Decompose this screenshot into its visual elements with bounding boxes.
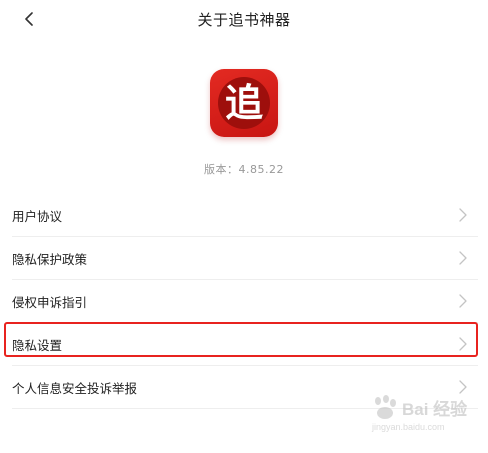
menu-item-privacy-settings[interactable]: 隐私设置 <box>12 323 478 366</box>
menu-item-label: 用户协议 <box>12 208 63 224</box>
chevron-right-icon <box>459 208 467 222</box>
chevron-right-icon <box>459 337 467 351</box>
version-text: 版本：4.85.22 <box>0 161 488 177</box>
menu-item-privacy-policy[interactable]: 隐私保护政策 <box>12 237 478 280</box>
baidu-jingyan-watermark: Bai 经验 jingyan.baidu.com <box>368 395 478 441</box>
version-value: 4.85.22 <box>238 163 284 176</box>
paw-icon <box>375 395 396 419</box>
app-logo: 追 <box>210 69 278 137</box>
menu-item-label: 隐私保护政策 <box>12 251 88 267</box>
top-bar: 关于追书神器 <box>0 0 488 38</box>
menu-item-label: 个人信息安全投诉举报 <box>12 380 138 396</box>
about-menu: 用户协议 隐私保护政策 侵权申诉指引 隐私设置 个人信息安全投诉举报 <box>12 194 478 409</box>
chevron-right-icon <box>459 380 467 394</box>
chevron-right-icon <box>459 251 467 265</box>
about-page: 关于追书神器 追 版本：4.85.22 用户协议 隐私保护政策 侵权申诉指引 隐… <box>0 0 488 453</box>
app-logo-glyph: 追 <box>225 81 263 125</box>
menu-item-label: 隐私设置 <box>12 337 63 353</box>
page-title: 关于追书神器 <box>197 11 291 29</box>
menu-item-user-agreement[interactable]: 用户协议 <box>12 194 478 237</box>
version-label: 版本： <box>204 163 239 176</box>
watermark-url: jingyan.baidu.com <box>372 422 445 432</box>
chevron-right-icon <box>459 294 467 308</box>
app-logo-char: 追 <box>225 81 263 125</box>
watermark-text: Bai 经验 <box>402 400 468 419</box>
menu-item-infringement-guide[interactable]: 侵权申诉指引 <box>12 280 478 323</box>
menu-item-label: 侵权申诉指引 <box>12 294 88 310</box>
